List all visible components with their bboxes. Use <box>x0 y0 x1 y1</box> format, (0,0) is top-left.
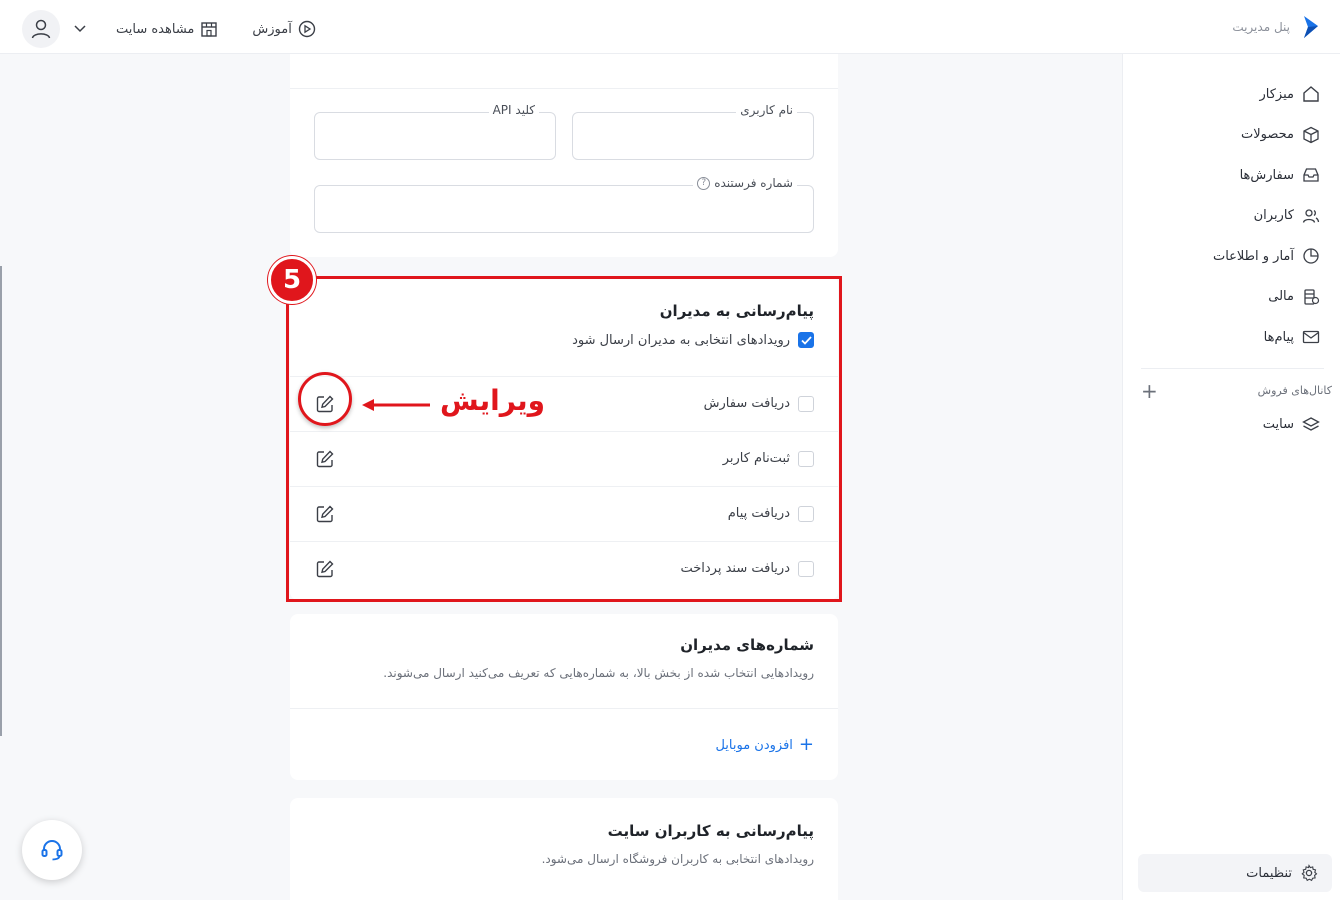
sender-number-label-wrap: شماره فرستنده ? <box>693 176 797 190</box>
api-key-label: کلید API <box>488 103 539 117</box>
sender-number-label: شماره فرستنده <box>714 176 793 190</box>
headset-icon <box>41 840 63 861</box>
event-checkbox[interactable] <box>798 395 814 412</box>
card-divider <box>290 708 838 709</box>
brand-text: پنل مدیریت <box>1232 20 1290 34</box>
gear-icon <box>1301 864 1318 882</box>
sidebar-item-label: سایت <box>1262 417 1294 433</box>
admin-numbers-description: رویدادهایی انتخاب شده از بخش بالا، به شم… <box>383 666 814 680</box>
user-avatar[interactable] <box>22 10 60 48</box>
mail-icon <box>1302 331 1320 344</box>
box-icon <box>1303 126 1319 143</box>
learn-label: آموزش <box>252 21 292 37</box>
left-edge-line <box>0 266 2 736</box>
card-divider <box>290 88 838 89</box>
event-checkbox[interactable] <box>798 560 814 577</box>
users-icon <box>1302 209 1320 223</box>
plus-icon: + <box>798 734 814 755</box>
sender-number-field[interactable]: شماره فرستنده ? <box>314 176 814 233</box>
view-site-label: مشاهده سایت <box>116 21 195 37</box>
event-checkbox[interactable] <box>798 505 814 522</box>
event-checkbox[interactable] <box>798 450 814 467</box>
checkmark-icon <box>800 335 812 345</box>
user-messaging-card: پیام‌رسانی به کاربران سایت رویدادهای انت… <box>290 798 838 900</box>
api-key-field[interactable]: کلید API <box>314 103 556 160</box>
annotation-step-badge: 5 <box>268 256 316 304</box>
admin-events-label: رویدادهای انتخابی به مدیران ارسال شود <box>572 332 790 348</box>
main-content: نام کاربری کلید API شماره فرستنده ? پیام… <box>268 54 842 900</box>
brand[interactable]: پنل مدیریت <box>1232 14 1322 40</box>
admin-messaging-card: پیام‌رسانی به مدیران رویدادهای انتخابی ب… <box>268 256 842 602</box>
user-messaging-description: رویدادهای انتخابی به کاربران فروشگاه ارس… <box>541 852 814 866</box>
user-icon <box>31 19 51 39</box>
support-button[interactable] <box>22 820 82 880</box>
sales-channels-header: کانال‌های فروش + <box>1123 369 1340 401</box>
sidebar-item-orders[interactable]: سفارش‌ها <box>1123 155 1340 196</box>
admin-events-checkbox[interactable] <box>798 332 814 348</box>
sidebar-item-label: محصولات <box>1241 127 1294 143</box>
event-label: دریافت پیام <box>727 506 790 521</box>
event-label: ثبت‌نام کاربر <box>722 451 790 466</box>
admin-messaging-title: پیام‌رسانی به مدیران <box>659 302 814 320</box>
brand-logo-icon <box>1304 16 1318 38</box>
sidebar-item-label: سفارش‌ها <box>1239 167 1294 183</box>
sidebar-item-label: پیام‌ها <box>1263 329 1294 345</box>
learn-link[interactable]: آموزش <box>252 20 316 38</box>
username-field[interactable]: نام کاربری <box>572 103 814 160</box>
sidebar-item-users[interactable]: کاربران <box>1123 196 1340 237</box>
sidebar-item-dashboard[interactable]: میزکار <box>1123 74 1340 115</box>
add-channel-plus-icon[interactable]: + <box>1141 381 1158 401</box>
inbox-icon <box>1303 168 1319 182</box>
help-icon[interactable]: ? <box>697 176 711 190</box>
edit-icon <box>316 449 334 467</box>
finance-icon <box>1304 289 1320 305</box>
sms-provider-card: نام کاربری کلید API شماره فرستنده ? <box>290 54 838 257</box>
admin-numbers-card: شماره‌های مدیران رویدادهایی انتخاب شده ا… <box>290 614 838 780</box>
annotation-label: ویرایش <box>440 384 546 417</box>
edit-template-button[interactable] <box>314 558 336 580</box>
store-icon <box>201 22 218 37</box>
annotation-arrow-icon <box>362 399 430 411</box>
event-row-payment-receipt: دریافت سند پرداخت <box>290 541 838 595</box>
sidebar-item-label: مالی <box>1268 289 1294 305</box>
event-label: دریافت سند پرداخت <box>680 561 790 576</box>
event-row-message-received: دریافت پیام <box>290 486 838 540</box>
sidebar-item-messages[interactable]: پیام‌ها <box>1123 317 1340 358</box>
home-icon <box>1303 86 1319 102</box>
sales-channels-label: کانال‌های فروش <box>1257 384 1332 397</box>
admin-numbers-title: شماره‌های مدیران <box>680 636 814 654</box>
edit-icon <box>316 559 334 577</box>
username-label: نام کاربری <box>736 103 797 117</box>
edit-template-button[interactable] <box>314 503 336 525</box>
sidebar-item-finance[interactable]: مالی <box>1123 277 1340 318</box>
account-menu-chevron-down-icon[interactable] <box>74 22 88 36</box>
event-label: دریافت سفارش <box>703 396 790 411</box>
view-site-link[interactable]: مشاهده سایت <box>116 20 218 38</box>
settings-label: تنظیمات <box>1246 865 1292 881</box>
sidebar-item-label: میزکار <box>1259 86 1295 102</box>
pie-chart-icon <box>1303 248 1319 264</box>
play-circle-icon <box>298 20 316 38</box>
sidebar-item-stats[interactable]: آمار و اطلاعات <box>1123 236 1340 277</box>
add-mobile-button[interactable]: + افزودن موبایل <box>715 736 814 754</box>
annotation-callout: ویرایش <box>290 372 590 426</box>
add-mobile-label: افزودن موبایل <box>715 737 793 753</box>
sidebar-item-label: آمار و اطلاعات <box>1212 248 1294 264</box>
edit-template-button[interactable] <box>314 448 336 470</box>
user-messaging-title: پیام‌رسانی به کاربران سایت <box>607 822 814 840</box>
sidebar-item-settings[interactable]: تنظیمات <box>1138 854 1332 892</box>
layers-icon <box>1302 417 1320 431</box>
sidebar-item-site[interactable]: سایت <box>1123 405 1340 446</box>
sidebar: میزکار محصولات سفارش‌ها کاربران آمار و ا… <box>1122 54 1340 900</box>
admin-events-toggle[interactable]: رویدادهای انتخابی به مدیران ارسال شود <box>572 332 814 348</box>
event-row-user-signup: ثبت‌نام کاربر <box>290 431 838 485</box>
edit-icon <box>316 504 334 522</box>
sidebar-item-label: کاربران <box>1253 208 1294 224</box>
top-bar: پنل مدیریت مشاهده سایت آموزش <box>0 0 1340 54</box>
sidebar-item-products[interactable]: محصولات <box>1123 115 1340 156</box>
